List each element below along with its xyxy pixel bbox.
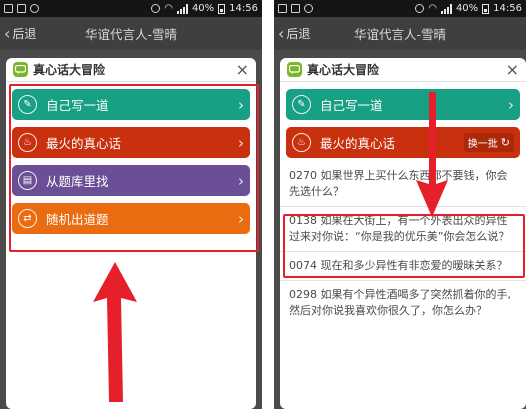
pencil-icon: ✎ bbox=[292, 95, 311, 114]
notification-icon bbox=[4, 4, 13, 13]
refresh-batch-button[interactable]: 换一批 ↻ bbox=[463, 133, 514, 152]
truth-dare-dialog: 真心话大冒险 × ✎ 自己写一道 › ♨ 最火的真心话 换一批 ↻ 0270 如… bbox=[280, 58, 526, 409]
clock: 14:56 bbox=[493, 3, 522, 14]
question-bank-label: 从题库里找 bbox=[46, 174, 109, 189]
battery-percent: 40% bbox=[455, 3, 479, 14]
option-menu: ✎ 自己写一道 › ♨ 最火的真心话 › ▤ 从题库里找 › ⇄ 随机出道题 › bbox=[6, 89, 256, 234]
chevron-right-icon: › bbox=[238, 133, 244, 152]
refresh-label: 换一批 bbox=[467, 139, 498, 150]
clock: 14:56 bbox=[229, 3, 258, 14]
list-item[interactable]: 0270 如果世界上买什么东西都不要钱，你会先选什么？ bbox=[280, 162, 526, 206]
write-own-label: 自己写一道 bbox=[46, 98, 109, 113]
refresh-icon: ↻ bbox=[500, 136, 510, 149]
dialog-header: 真心话大冒险 × bbox=[6, 58, 256, 82]
title-bar: ‹ 后退 华谊代言人-雪晴 bbox=[0, 17, 262, 50]
write-own-button[interactable]: ✎ 自己写一道 › bbox=[12, 89, 250, 120]
close-icon[interactable]: × bbox=[506, 61, 519, 78]
list-item[interactable]: 0298 如果有个异性酒喝多了突然抓着你的手,然后对你说我喜欢你很久了，你怎么办… bbox=[280, 280, 526, 325]
hottest-truth-button[interactable]: ♨ 最火的真心话 换一批 ↻ bbox=[286, 127, 520, 158]
question-list: 0270 如果世界上买什么东西都不要钱，你会先选什么？ 0138 如果在大街上，… bbox=[280, 162, 526, 325]
shuffle-icon: ⇄ bbox=[18, 209, 37, 228]
alarm-icon bbox=[151, 4, 161, 13]
battery-percent: 40% bbox=[191, 3, 215, 14]
screenshot-gap bbox=[262, 0, 274, 409]
alarm-icon bbox=[415, 4, 425, 13]
chat-bubble-icon bbox=[287, 62, 302, 77]
notification-icon bbox=[278, 4, 287, 13]
sync-icon bbox=[30, 4, 39, 13]
chevron-left-icon: ‹ bbox=[278, 23, 285, 43]
image-icon bbox=[17, 4, 26, 13]
back-label: 后退 bbox=[286, 27, 311, 41]
wifi-icon: ◠ bbox=[164, 3, 173, 14]
chevron-right-icon: › bbox=[238, 209, 244, 228]
list-item[interactable]: 0074 现在和多少异性有非恋爱的暧昧关系？ bbox=[280, 251, 526, 280]
question-bank-button[interactable]: ▤ 从题库里找 › bbox=[12, 165, 250, 196]
random-question-button[interactable]: ⇄ 随机出道题 › bbox=[12, 203, 250, 234]
write-own-button[interactable]: ✎ 自己写一道 › bbox=[286, 89, 520, 120]
status-bar: ◠ 40% 14:56 bbox=[0, 0, 262, 17]
back-button[interactable]: ‹ 后退 bbox=[274, 25, 334, 42]
signal-icon bbox=[176, 3, 188, 14]
battery-icon bbox=[482, 3, 490, 14]
chevron-right-icon: › bbox=[238, 171, 244, 190]
right-phone-screen: ◠ 40% 14:56 ‹ 后退 华谊代言人-雪晴 真心话大冒险 × ✎ 自己写… bbox=[274, 0, 526, 409]
hottest-truth-label: 最火的真心话 bbox=[320, 136, 396, 151]
sync-icon bbox=[304, 4, 313, 13]
page-title: 华谊代言人-雪晴 bbox=[84, 27, 177, 42]
hottest-truth-button[interactable]: ♨ 最火的真心话 › bbox=[12, 127, 250, 158]
title-bar: ‹ 后退 华谊代言人-雪晴 bbox=[274, 17, 526, 50]
page-title: 华谊代言人-雪晴 bbox=[353, 27, 446, 42]
flame-icon: ♨ bbox=[292, 133, 311, 152]
hottest-truth-label: 最火的真心话 bbox=[46, 136, 122, 151]
truth-dare-dialog: 真心话大冒险 × ✎ 自己写一道 › ♨ 最火的真心话 › ▤ 从题库里找 › … bbox=[6, 58, 256, 409]
left-phone-screen: ◠ 40% 14:56 ‹ 后退 华谊代言人-雪晴 真心话大冒险 × ✎ 自己写… bbox=[0, 0, 262, 409]
image-icon bbox=[291, 4, 300, 13]
write-own-label: 自己写一道 bbox=[320, 98, 383, 113]
random-question-label: 随机出道题 bbox=[46, 212, 109, 227]
chevron-right-icon: › bbox=[508, 95, 514, 114]
back-label: 后退 bbox=[12, 27, 37, 41]
dialog-header: 真心话大冒险 × bbox=[280, 58, 526, 82]
list-item[interactable]: 0138 如果在大街上，有一个外表出众的异性过来对你说：“你是我的优乐美”你会怎… bbox=[280, 206, 526, 251]
wifi-icon: ◠ bbox=[428, 3, 437, 14]
chevron-left-icon: ‹ bbox=[4, 23, 11, 43]
battery-icon bbox=[218, 3, 226, 14]
flame-icon: ♨ bbox=[18, 133, 37, 152]
close-icon[interactable]: × bbox=[236, 61, 249, 78]
chat-bubble-icon bbox=[13, 62, 28, 77]
chevron-right-icon: › bbox=[238, 95, 244, 114]
dialog-title: 真心话大冒险 bbox=[33, 63, 106, 77]
pencil-icon: ✎ bbox=[18, 95, 37, 114]
signal-icon bbox=[440, 3, 452, 14]
book-icon: ▤ bbox=[18, 171, 37, 190]
back-button[interactable]: ‹ 后退 bbox=[0, 25, 60, 42]
status-bar: ◠ 40% 14:56 bbox=[274, 0, 526, 17]
dialog-title: 真心话大冒险 bbox=[307, 63, 380, 77]
option-menu: ✎ 自己写一道 › ♨ 最火的真心话 换一批 ↻ bbox=[280, 89, 526, 158]
